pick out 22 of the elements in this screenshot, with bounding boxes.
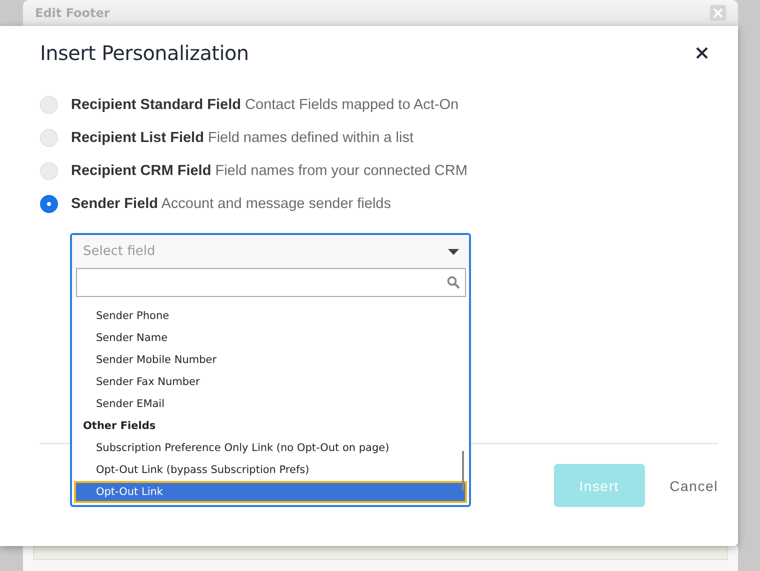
radio-label[interactable]: Sender Field Account and message sender fields [71,196,391,212]
radio-label[interactable]: Recipient Standard Field Contact Fields mapped to Act-On [71,97,459,113]
dropdown-option[interactable]: Sender Name [74,327,467,349]
radio-button[interactable] [40,195,58,213]
dropdown-option[interactable]: Sender EMail [74,393,467,415]
option-group-label: Other Fields [82,419,157,434]
dropdown-option[interactable]: Subscription Preference Only Link (no Opt-Out on page) [74,437,467,459]
dropdown-option[interactable]: Sender Fax Number [74,371,467,393]
scrollbar[interactable] [462,451,464,491]
dropdown-option[interactable]: Sender Mobile Number [74,349,467,371]
radio-label[interactable]: Recipient List Field Field names defined within a list [71,130,414,146]
cancel-button[interactable]: Cancel [670,478,718,494]
dialog-title: Insert Personalization [40,41,249,65]
background-dialog-title: Edit Footer [35,6,110,20]
search-field[interactable] [76,268,466,297]
caret-icon [448,248,459,254]
radio-label[interactable]: Recipient CRM Field Field names from your connected CRM [71,163,468,179]
dropdown-option[interactable]: Opt-Out Link (bypass Subscription Prefs) [74,459,467,481]
close-icon[interactable] [695,46,709,60]
dropdown-option[interactable]: Sender Phone [74,305,467,327]
dropdown-option[interactable]: Opt-Out Link [74,481,467,503]
search-icon [447,276,460,289]
